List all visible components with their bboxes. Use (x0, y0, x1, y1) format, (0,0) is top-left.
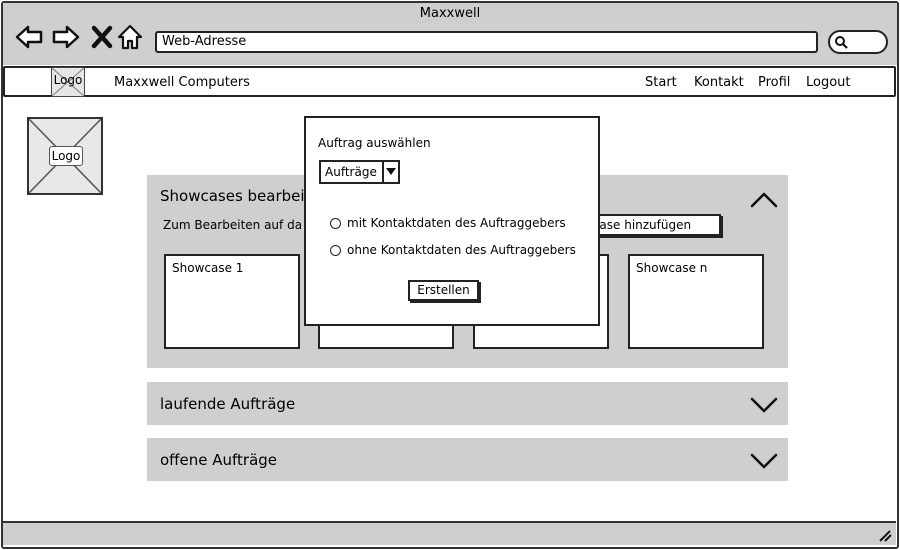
option-with-contact-label: mit Kontaktdaten des Auftraggebers (347, 216, 566, 230)
browser-search-field[interactable] (828, 30, 888, 54)
nav-link-start[interactable]: Start (645, 75, 677, 90)
running-orders-title: laufende Aufträge (160, 395, 296, 413)
forward-arrow-icon[interactable] (51, 22, 81, 52)
chevron-down-icon (386, 168, 396, 175)
nav-link-kontakt[interactable]: Kontakt (694, 75, 744, 90)
chevron-down-icon[interactable] (748, 451, 780, 471)
search-icon (835, 36, 848, 49)
nav-link-logout[interactable]: Logout (806, 75, 851, 90)
close-icon[interactable] (88, 22, 118, 52)
dialog-heading: Auftrag auswählen (318, 136, 431, 150)
showcases-hint-text: Zum Bearbeiten auf da (163, 218, 303, 232)
resize-grip-icon[interactable] (876, 528, 892, 542)
back-arrow-icon[interactable] (14, 22, 44, 52)
brand-name: Maxxwell Computers (114, 75, 250, 90)
chevron-down-icon[interactable] (748, 395, 780, 415)
nav-link-profil[interactable]: Profil (758, 75, 790, 90)
status-bar (3, 521, 896, 545)
home-icon[interactable] (115, 22, 145, 52)
url-input[interactable]: Web-Adresse (155, 31, 818, 53)
radio-with-contact[interactable] (330, 218, 341, 229)
open-orders-title: offene Aufträge (160, 451, 278, 469)
window-title: Maxxwell (419, 6, 481, 21)
select-divider (382, 160, 384, 184)
radio-without-contact[interactable] (330, 245, 341, 256)
chevron-up-icon[interactable] (748, 190, 780, 210)
option-without-contact-label: ohne Kontaktdaten des Auftraggebers (347, 243, 576, 257)
showcases-panel-title: Showcases bearbei (160, 187, 305, 205)
order-type-select[interactable]: Aufträge (319, 160, 400, 184)
navbar-logo-label: Logo (53, 73, 83, 87)
page-logo-label: Logo (49, 146, 83, 166)
create-button[interactable]: Erstellen (408, 280, 479, 301)
order-type-select-value: Aufträge (325, 165, 377, 179)
showcase-card-1[interactable]: Showcase 1 (164, 254, 300, 349)
showcase-card-n[interactable]: Showcase n (628, 254, 764, 349)
